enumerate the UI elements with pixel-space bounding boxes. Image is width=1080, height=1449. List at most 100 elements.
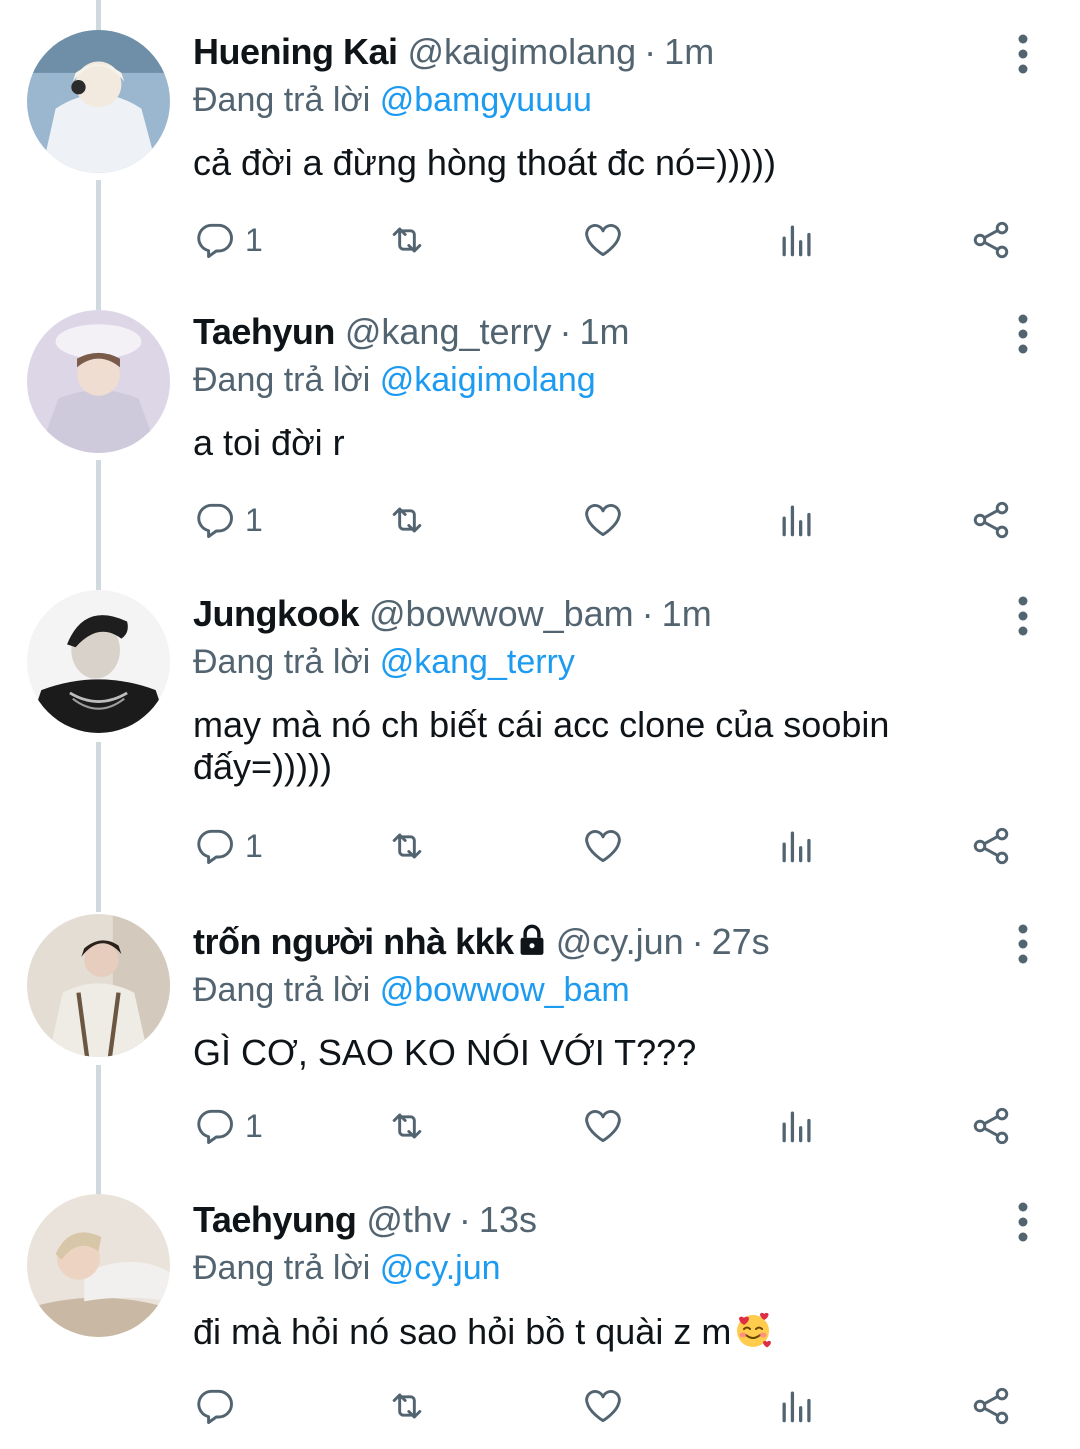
tweet-card[interactable]: Jungkook @bowwow_bam · 1m Đang trả lời @… — [0, 572, 1080, 898]
avatar-photo — [27, 310, 170, 453]
reply-button[interactable]: 1 — [193, 490, 263, 550]
display-name[interactable]: trốn người nhà kkk — [193, 920, 514, 964]
share-button[interactable] — [969, 490, 1013, 550]
speech-bubble-icon — [197, 223, 233, 258]
vertical-dots-icon — [1018, 314, 1028, 354]
more-options-button[interactable] — [1005, 1200, 1041, 1244]
action-bar: 1 — [193, 210, 1023, 270]
tweet-text: a toi đời r — [193, 422, 345, 463]
reply-button[interactable]: 1 — [193, 816, 263, 876]
speech-bubble-icon — [197, 1109, 233, 1144]
display-name[interactable]: Taehyun — [193, 310, 335, 354]
more-options-button[interactable] — [1005, 32, 1041, 76]
replying-to-label: Đang trả lời — [193, 1249, 371, 1287]
share-button[interactable] — [969, 1096, 1013, 1156]
mention-link[interactable]: @kaigimolang — [380, 361, 596, 399]
tweet-text: GÌ CƠ, SAO KO NÓI VỚI T??? — [193, 1032, 697, 1073]
like-button[interactable] — [581, 210, 625, 270]
analytics-button[interactable] — [775, 490, 819, 550]
share-icon — [973, 1107, 1009, 1145]
user-handle[interactable]: @thv — [366, 1198, 451, 1242]
mention-link[interactable]: @kang_terry — [380, 643, 575, 681]
display-name[interactable]: Jungkook — [193, 592, 360, 636]
user-handle[interactable]: @cy.jun — [556, 920, 684, 964]
timestamp[interactable]: 1m — [580, 310, 630, 354]
display-name[interactable]: Taehyung — [193, 1198, 357, 1242]
replying-to: Đang trả lời @kaigimolang — [193, 358, 1020, 402]
mention-link[interactable]: @bowwow_bam — [380, 971, 630, 1009]
share-button[interactable] — [969, 210, 1013, 270]
vertical-dots-icon — [1018, 924, 1028, 964]
user-handle[interactable]: @bowwow_bam — [369, 592, 634, 636]
retweet-button[interactable] — [385, 210, 429, 270]
analytics-button[interactable] — [775, 1096, 819, 1156]
tweet-card[interactable]: trốn người nhà kkk @cy.jun · 27s Đang tr… — [0, 898, 1080, 1178]
share-button[interactable] — [969, 1376, 1013, 1436]
avatar-photo — [27, 30, 170, 173]
display-name[interactable]: Huening Kai — [193, 30, 398, 74]
replying-to: Đang trả lời @bamgyuuuu — [193, 78, 1020, 122]
replying-to: Đang trả lời @bowwow_bam — [193, 968, 1020, 1012]
heart-icon — [585, 1110, 621, 1143]
retweet-button[interactable] — [385, 1376, 429, 1436]
separator-dot: · — [458, 1199, 471, 1240]
like-button[interactable] — [581, 490, 625, 550]
heart-icon — [585, 504, 621, 537]
like-button[interactable] — [581, 1096, 625, 1156]
tweet-text-line: đi mà hỏi nó sao hỏi bồ t quài z m — [193, 1310, 1020, 1353]
avatar[interactable] — [27, 914, 170, 1057]
mention-link[interactable]: @bamgyuuuu — [380, 81, 592, 119]
timestamp[interactable]: 1m — [664, 30, 714, 74]
share-button[interactable] — [969, 816, 1013, 876]
more-options-button[interactable] — [1005, 312, 1041, 356]
reply-button[interactable] — [193, 1376, 245, 1436]
share-icon — [973, 501, 1009, 539]
timestamp[interactable]: 1m — [662, 592, 712, 636]
vertical-dots-icon — [1018, 34, 1028, 74]
smiling-face-with-hearts-emoji — [737, 1312, 772, 1348]
avatar[interactable] — [27, 30, 170, 173]
more-options-button[interactable] — [1005, 594, 1041, 638]
avatar-photo — [27, 1194, 170, 1337]
mention-link[interactable]: @cy.jun — [380, 1249, 501, 1287]
retweet-button[interactable] — [385, 1096, 429, 1156]
tweet-header: Jungkook @bowwow_bam · 1m — [193, 592, 1020, 636]
share-icon — [973, 827, 1009, 865]
timestamp[interactable]: 13s — [479, 1198, 537, 1242]
retweet-button[interactable] — [385, 816, 429, 876]
reply-button[interactable]: 1 — [193, 1096, 263, 1156]
tweet-card[interactable]: Taehyun @kang_terry · 1m Đang trả lời @k… — [0, 290, 1080, 572]
analytics-button[interactable] — [775, 1376, 819, 1436]
reply-button[interactable]: 1 — [193, 210, 263, 270]
avatar[interactable] — [27, 1194, 170, 1337]
analytics-button[interactable] — [775, 210, 819, 270]
action-bar: 1 — [193, 1096, 1023, 1156]
avatar[interactable] — [27, 310, 170, 453]
separator-dot: · — [691, 921, 704, 962]
tweet-card[interactable]: Huening Kai @kaigimolang · 1m Đang trả l… — [0, 0, 1080, 290]
avatar-photo — [27, 914, 170, 1057]
padlock-icon — [520, 924, 544, 955]
tweet-text: cả đời a đừng hòng thoát đc nó=))))) — [193, 142, 777, 183]
bar-chart-icon — [782, 1111, 811, 1143]
more-options-button[interactable] — [1005, 922, 1041, 966]
tweet-card[interactable]: Taehyung @thv · 13s Đang trả lời @cy.jun… — [0, 1178, 1080, 1449]
separator-dot: · — [559, 311, 572, 352]
separator-dot: · — [641, 593, 654, 634]
user-handle[interactable]: @kang_terry — [345, 310, 552, 354]
timestamp[interactable]: 27s — [712, 920, 770, 964]
retweet-icon — [392, 1393, 422, 1419]
like-button[interactable] — [581, 1376, 625, 1436]
retweet-button[interactable] — [385, 490, 429, 550]
avatar[interactable] — [27, 590, 170, 733]
reply-count: 1 — [245, 827, 263, 864]
like-button[interactable] — [581, 816, 625, 876]
retweet-icon — [392, 227, 422, 253]
bar-chart-icon — [782, 831, 811, 863]
user-handle[interactable]: @kaigimolang — [408, 30, 637, 74]
analytics-button[interactable] — [775, 816, 819, 876]
replying-to-label: Đang trả lời — [193, 643, 371, 681]
speech-bubble-icon — [197, 503, 233, 538]
share-icon — [973, 221, 1009, 259]
replying-to-label: Đang trả lời — [193, 81, 371, 119]
